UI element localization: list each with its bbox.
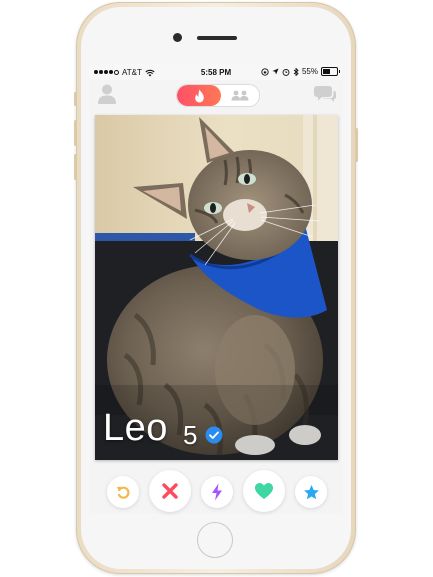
front-camera bbox=[173, 33, 182, 42]
lightning-bolt-icon bbox=[212, 483, 222, 501]
messages-icon[interactable] bbox=[314, 84, 336, 104]
toggle-swipe-mode[interactable] bbox=[177, 85, 221, 106]
nope-button[interactable] bbox=[149, 470, 191, 512]
discovery-mode-toggle[interactable] bbox=[176, 84, 260, 107]
star-icon bbox=[303, 484, 319, 499]
action-bar bbox=[90, 470, 342, 514]
close-x-icon bbox=[162, 483, 178, 499]
profile-card[interactable]: Leo 5 bbox=[95, 115, 338, 460]
power-button bbox=[355, 128, 358, 162]
top-nav bbox=[90, 80, 342, 110]
battery-level-fill bbox=[323, 69, 330, 74]
battery-icon bbox=[321, 67, 340, 76]
bluetooth-icon bbox=[293, 67, 299, 76]
profile-name: Leo bbox=[103, 407, 168, 449]
location-arrow-icon bbox=[272, 68, 279, 75]
rewind-button[interactable] bbox=[107, 476, 139, 508]
earpiece-speaker bbox=[197, 36, 237, 40]
profile-icon[interactable] bbox=[97, 83, 117, 105]
boost-button[interactable] bbox=[201, 476, 233, 508]
alarm-icon bbox=[282, 68, 290, 76]
volume-up-button bbox=[74, 120, 77, 146]
super-like-button[interactable] bbox=[295, 476, 327, 508]
home-button[interactable] bbox=[197, 522, 233, 558]
like-button[interactable] bbox=[243, 470, 285, 512]
screen-lock-rotation-icon bbox=[261, 67, 269, 76]
mute-switch bbox=[74, 92, 77, 106]
verified-badge-icon bbox=[205, 426, 223, 444]
volume-down-button bbox=[74, 154, 77, 180]
flame-icon bbox=[194, 89, 204, 102]
groups-icon bbox=[231, 90, 249, 101]
profile-age: 5 bbox=[183, 420, 198, 450]
heart-icon bbox=[255, 483, 273, 499]
status-bar: AT&T 5:58 PM 55% bbox=[90, 64, 342, 80]
battery-percent: 55% bbox=[301, 67, 318, 76]
rewind-icon bbox=[116, 486, 130, 499]
toggle-group-mode[interactable] bbox=[221, 85, 259, 106]
